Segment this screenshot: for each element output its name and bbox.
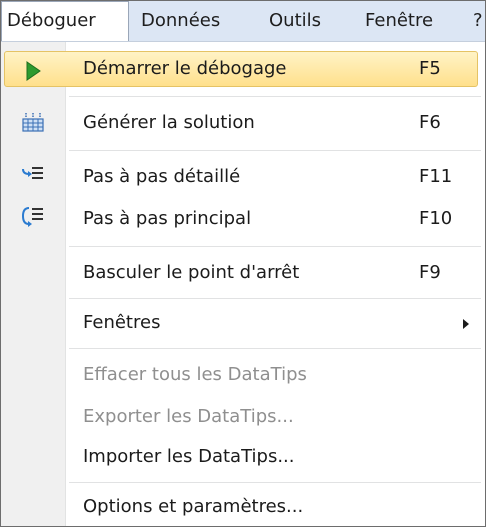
menu-item-step-over[interactable]: Pas à pas principal F10: [1, 200, 485, 238]
submenu-arrow-icon: [463, 319, 469, 329]
menu-bar: Déboguer Données Outils Fenêtre ?: [1, 1, 485, 42]
menu-item-step-into[interactable]: Pas à pas détaillé F11: [1, 158, 485, 196]
menu-help-label: ?: [473, 10, 483, 31]
menu-window: Déboguer Données Outils Fenêtre ? Démarr…: [0, 0, 486, 527]
menu-separator: [69, 348, 481, 349]
menu-item-label: Fenêtres: [83, 312, 161, 333]
menu-item-windows[interactable]: Fenêtres: [1, 304, 485, 342]
menu-item-import-datatips[interactable]: Importer les DataTips...: [1, 438, 485, 476]
menu-debug[interactable]: Déboguer: [1, 1, 129, 41]
step-over-icon: [21, 207, 43, 227]
menu-item-label: Démarrer le débogage: [83, 58, 287, 79]
menu-item-start-debugging[interactable]: Démarrer le débogage F5: [1, 50, 485, 88]
menu-window-label: Fenêtre: [365, 10, 434, 31]
menu-separator: [69, 150, 481, 151]
menu-item-label: Exporter les DataTips...: [83, 406, 294, 427]
menu-item-label: Générer la solution: [83, 112, 255, 133]
menu-item-shortcut: F10: [419, 208, 453, 229]
menu-item-label: Basculer le point d'arrêt: [83, 262, 300, 283]
menu-item-clear-datatips: Effacer tous les DataTips: [1, 356, 485, 394]
menu-item-shortcut: F9: [419, 262, 441, 283]
menu-item-export-datatips: Exporter les DataTips...: [1, 398, 485, 436]
menu-data[interactable]: Données: [141, 1, 220, 41]
menu-window-menu[interactable]: Fenêtre: [365, 1, 433, 41]
debug-dropdown-menu: Démarrer le débogage F5 Générer la solut…: [1, 42, 485, 526]
menu-item-build-solution[interactable]: Générer la solution F6: [1, 104, 485, 142]
menu-data-label: Données: [141, 10, 221, 31]
menu-item-options-settings[interactable]: Options et paramètres...: [1, 488, 485, 526]
menu-item-label: Effacer tous les DataTips: [83, 364, 307, 385]
menu-item-label: Options et paramètres...: [83, 496, 304, 517]
menu-tools[interactable]: Outils: [269, 1, 321, 41]
build-solution-icon: [22, 113, 44, 132]
menu-help[interactable]: ?: [473, 1, 483, 41]
menu-separator: [69, 482, 481, 483]
menu-item-shortcut: F5: [419, 58, 441, 79]
menu-separator: [69, 246, 481, 247]
menu-item-shortcut: F6: [419, 112, 441, 133]
menu-debug-label: Déboguer: [7, 10, 96, 31]
menu-item-label: Pas à pas détaillé: [83, 166, 241, 187]
menu-item-toggle-breakpoint[interactable]: Basculer le point d'arrêt F9: [1, 254, 485, 292]
menu-separator: [69, 96, 481, 97]
menu-tools-label: Outils: [269, 10, 322, 31]
menu-item-label: Pas à pas principal: [83, 208, 252, 229]
menu-separator: [69, 298, 481, 299]
menu-item-shortcut: F11: [419, 166, 453, 187]
menu-item-label: Importer les DataTips...: [83, 446, 295, 467]
step-into-icon: [22, 167, 43, 179]
play-icon: [26, 61, 41, 81]
